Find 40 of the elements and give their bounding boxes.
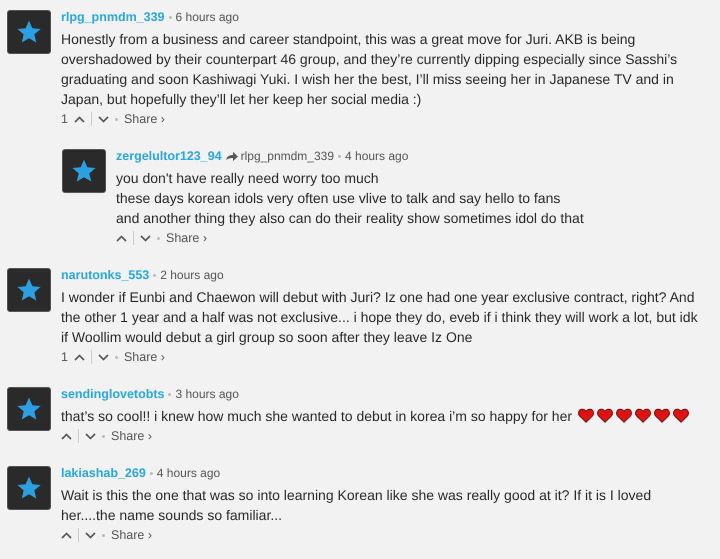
upvote-icon[interactable] <box>116 234 127 242</box>
star-icon <box>71 158 97 184</box>
downvote-icon[interactable] <box>85 432 96 440</box>
heart-icon <box>578 408 594 423</box>
vote-count: 1 <box>61 350 68 364</box>
star-icon <box>16 396 42 422</box>
heart-icon <box>597 408 614 423</box>
share-link[interactable]: Share › <box>111 528 152 542</box>
comment-text: you don't have really need worry too much these days korean idols very often use vlive to talk and say hello to fans and another thing they also can do their reality show sometimes idol do that <box>116 169 584 228</box>
timestamp[interactable]: 4 hours ago <box>156 466 220 480</box>
downvote-icon[interactable] <box>140 234 151 242</box>
downvote-icon[interactable] <box>98 116 109 122</box>
star-icon <box>16 475 42 501</box>
share-link[interactable]: Share › <box>124 350 165 364</box>
comment-text: I wonder if Eunbi and Chaewon will debut with Juri? Iz one had one year exclusive contract, right? And the other 1 year and a half was not exclusive... i hope they do, eveb if i think they will work a lot, but idk if Woollim would debut a girl group so soon after they leave Iz One <box>61 288 698 347</box>
timestamp[interactable]: 4 hours ago <box>345 149 408 163</box>
share-link[interactable]: Share › <box>124 112 165 126</box>
timestamp[interactable]: 2 hours ago <box>160 268 224 282</box>
heart-icon <box>635 408 652 423</box>
upvote-icon[interactable] <box>74 116 85 122</box>
timestamp[interactable]: 3 hours ago <box>175 387 239 401</box>
heart-icon <box>616 408 632 423</box>
reply-arrow-icon <box>226 152 238 160</box>
heart-icon <box>654 408 670 423</box>
heart-icon <box>673 408 690 423</box>
downvote-icon[interactable] <box>85 532 96 538</box>
comment-text: Honestly from a business and career standpoint, this was a great move for Juri. AKB is being overshadowed by their counterpart 46 group, and they’re currently dipping especially since Sasshi’s graduating and soon Kashiwagi Yuki. I wish her the best, I’ll miss seeing her in Japanese TV and in Japan, but hopefully they’ll let her keep her social media :) <box>61 30 678 109</box>
share-link[interactable]: Share › <box>111 429 152 443</box>
upvote-icon[interactable] <box>61 532 72 538</box>
upvote-icon[interactable] <box>61 432 72 440</box>
downvote-icon[interactable] <box>98 354 109 360</box>
star-icon <box>16 19 42 45</box>
star-icon <box>16 277 42 303</box>
comment-text: Wait is this the one that was so into learning Korean like she was really good at it? If it is I loved her....the name sounds so familiar... <box>61 486 652 525</box>
comment-text: that’s so cool!! i knew how much she wanted to debut in korea i’m so happy for her <box>61 407 572 426</box>
vote-count: 1 <box>61 112 68 126</box>
reply-to-link[interactable]: rlpg_pnmdm_339 <box>240 149 334 163</box>
upvote-icon[interactable] <box>74 354 85 360</box>
share-link[interactable]: Share › <box>166 231 207 245</box>
timestamp[interactable]: 6 hours ago <box>176 10 239 24</box>
